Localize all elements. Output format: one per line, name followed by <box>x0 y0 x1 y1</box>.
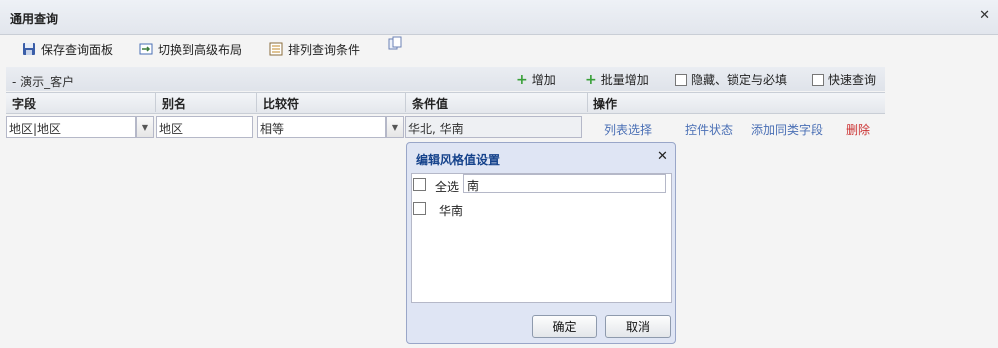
save-panel-label: 保存查询面板 <box>41 42 114 57</box>
column-header-operator: 比较符 <box>263 97 300 111</box>
switch-layout-label: 切换到高级布局 <box>158 42 243 57</box>
operator-select[interactable]: 相等 <box>257 116 386 138</box>
checkbox-icon <box>812 73 824 86</box>
sort-list-icon <box>269 42 283 56</box>
option-checkbox[interactable] <box>413 202 426 215</box>
batch-add-label: 批量增加 <box>600 73 649 87</box>
sort-conditions-label: 排列查询条件 <box>288 42 361 57</box>
select-all-checkbox[interactable] <box>413 178 426 191</box>
field-select[interactable]: 地区|地区 <box>6 116 136 138</box>
hide-lock-label: 隐藏、锁定与必填 <box>691 73 788 87</box>
chevron-down-icon[interactable]: ▼ <box>386 116 404 138</box>
close-icon[interactable]: ✕ <box>979 8 990 23</box>
sort-conditions-button[interactable]: 排列查询条件 <box>269 38 360 60</box>
save-panel-button[interactable]: 保存查询面板 <box>22 38 113 60</box>
dialog-close-icon[interactable]: ✕ <box>657 149 668 164</box>
add-similar-field-link[interactable]: 添加同类字段 <box>751 121 823 138</box>
filter-input[interactable]: 南 <box>463 174 666 193</box>
cancel-button[interactable]: 取消 <box>605 315 671 338</box>
column-divider <box>405 93 406 112</box>
switch-layout-icon <box>139 42 153 56</box>
ok-button[interactable]: 确定 <box>532 315 597 338</box>
dialog-title: 编辑风格值设置 <box>416 153 501 167</box>
plus-icon: + <box>516 71 528 88</box>
quick-query-button[interactable]: 快速查询 <box>812 71 876 88</box>
batch-add-button[interactable]: + 批量增加 <box>585 71 649 88</box>
delete-link[interactable]: 删除 <box>846 121 870 138</box>
window-titlebar <box>0 0 998 35</box>
add-button[interactable]: + 增加 <box>516 71 556 88</box>
column-header-alias: 别名 <box>162 97 187 111</box>
quick-query-label: 快速查询 <box>828 73 877 87</box>
window-title: 通用查询 <box>10 12 59 26</box>
value-input[interactable]: 华北, 华南 <box>405 116 582 138</box>
list-select-link[interactable]: 列表选择 <box>604 121 652 138</box>
column-divider <box>155 93 156 112</box>
chevron-down-icon[interactable]: ▼ <box>136 116 154 138</box>
hide-lock-required-button[interactable]: 隐藏、锁定与必填 <box>675 71 787 88</box>
column-header-actions: 操作 <box>593 97 618 111</box>
add-label: 增加 <box>531 73 556 87</box>
alias-input[interactable]: 地区 <box>156 116 253 138</box>
switch-layout-button[interactable]: 切换到高级布局 <box>139 38 242 60</box>
plus-icon: + <box>585 71 597 88</box>
checkbox-icon <box>675 73 687 86</box>
control-state-link[interactable]: 控件状态 <box>685 121 733 138</box>
column-header-field: 字段 <box>12 97 37 111</box>
copy-icon[interactable] <box>388 36 402 53</box>
panel-title: - 演示_客户 <box>12 75 75 89</box>
floppy-disk-icon <box>22 42 36 56</box>
column-header-value: 条件值 <box>412 97 449 111</box>
column-divider <box>256 93 257 112</box>
option-label: 华南 <box>439 204 464 218</box>
column-divider <box>587 93 588 112</box>
select-all-label: 全选 <box>435 180 460 194</box>
